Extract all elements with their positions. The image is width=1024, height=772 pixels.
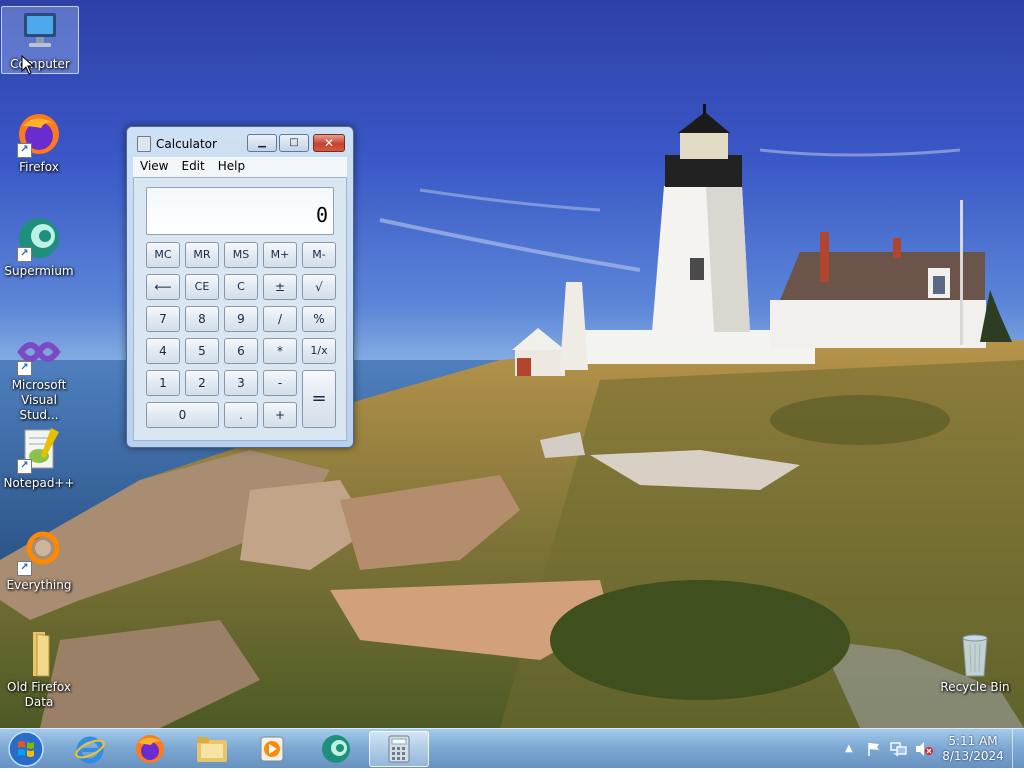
shortcut-arrow-icon: ↗ (17, 459, 32, 474)
maximize-button[interactable]: □ (279, 134, 309, 152)
key-0[interactable]: 0 (146, 402, 219, 428)
network-icon[interactable] (890, 741, 908, 757)
calculator-icon (137, 136, 151, 152)
file-explorer-icon (197, 737, 227, 762)
shortcut-arrow-icon: ↗ (17, 561, 32, 576)
key-reciprocal[interactable]: 1/x (302, 338, 336, 364)
desktop-icon-label: Notepad++ (3, 476, 75, 490)
internet-explorer-icon (75, 736, 105, 764)
visual-studio-icon: ↗ (15, 328, 63, 376)
supermium-icon: ↗ (15, 214, 63, 262)
menu-help[interactable]: Help (211, 157, 251, 173)
key-plus-minus[interactable]: ± (263, 274, 297, 300)
shortcut-arrow-icon: ↗ (17, 361, 32, 376)
taskbar-calculator[interactable] (369, 731, 429, 767)
key-add[interactable]: + (263, 402, 297, 428)
menu-edit[interactable]: Edit (174, 157, 210, 173)
start-button[interactable] (6, 730, 46, 768)
taskbar-file-explorer[interactable] (184, 731, 240, 767)
desktop-icon-label: Supermium (4, 264, 74, 278)
calculator-icon (388, 735, 410, 763)
minimize-button[interactable]: ▁ (247, 134, 277, 152)
menu-view[interactable]: View (133, 157, 174, 173)
key-backspace[interactable]: ⟵ (146, 274, 180, 300)
desktop-icon-visual-studio[interactable]: ↗ Microsoft Visual Stud... (1, 328, 77, 423)
taskbar-media-player[interactable] (244, 731, 300, 767)
desktop-icon-supermium[interactable]: ↗ Supermium (1, 214, 77, 279)
show-desktop-button[interactable] (1012, 729, 1024, 769)
desktop-icon-old-firefox-data[interactable]: Old Firefox Data (1, 630, 77, 710)
key-m-plus[interactable]: M+ (263, 242, 297, 268)
everything-icon: ↗ (15, 528, 63, 576)
taskbar-supermium[interactable] (308, 731, 364, 767)
calculator-display: 0 (146, 187, 334, 235)
desktop-icon-label: Firefox (19, 160, 59, 174)
display-value: 0 (315, 203, 328, 227)
key-8[interactable]: 8 (185, 306, 219, 332)
supermium-icon (322, 735, 350, 763)
desktop-icon-label: Computer (10, 57, 70, 71)
key-7[interactable]: 7 (146, 306, 180, 332)
key-c[interactable]: C (224, 274, 258, 300)
maximize-icon: □ (289, 137, 299, 148)
key-decimal[interactable]: . (224, 402, 258, 428)
computer-icon (16, 7, 64, 55)
shortcut-arrow-icon: ↗ (17, 247, 32, 262)
media-player-icon (260, 736, 284, 762)
key-ce[interactable]: CE (185, 274, 219, 300)
desktop-icon-firefox[interactable]: ↗ Firefox (1, 110, 77, 175)
taskbar-firefox[interactable] (122, 731, 178, 767)
calculator-window[interactable]: Calculator ▁ □ ✕ View Edit Help 0 MC MR MS… (126, 126, 354, 448)
key-9[interactable]: 9 (224, 306, 258, 332)
desktop-icon-notepad-plus-plus[interactable]: ↗ Notepad++ (1, 426, 77, 491)
window-title: Calculator (156, 137, 217, 151)
mouse-cursor-icon (21, 55, 35, 75)
key-sqrt[interactable]: √ (302, 274, 336, 300)
firefox-icon: ↗ (15, 110, 63, 158)
key-1[interactable]: 1 (146, 370, 180, 396)
key-multiply[interactable]: * (263, 338, 297, 364)
key-5[interactable]: 5 (185, 338, 219, 364)
calculator-titlebar[interactable]: Calculator ▁ □ ✕ (127, 127, 353, 157)
firefox-icon (136, 735, 164, 763)
key-mc[interactable]: MC (146, 242, 180, 268)
desktop-icon-label: Old Firefox Data (7, 680, 71, 709)
desktop-icon-label: Everything (6, 578, 72, 592)
menu-bar: View Edit Help (133, 157, 347, 177)
desktop[interactable]: Computer ↗ Firefox ↗ Supermium ↗ Microso… (0, 0, 1024, 728)
volume-muted-icon[interactable] (914, 741, 934, 757)
key-6[interactable]: 6 (224, 338, 258, 364)
key-m-minus[interactable]: M- (302, 242, 336, 268)
desktop-icon-everything[interactable]: ↗ Everything (1, 528, 77, 593)
close-icon: ✕ (323, 136, 335, 150)
desktop-icon-computer[interactable]: Computer (1, 6, 79, 74)
desktop-icon-label: Microsoft Visual Stud... (11, 378, 67, 422)
key-ms[interactable]: MS (224, 242, 258, 268)
minimize-icon: ▁ (258, 137, 266, 148)
notepad-plus-plus-icon: ↗ (15, 426, 63, 474)
taskbar-clock[interactable]: 5:11 AM 8/13/2024 (938, 734, 1008, 764)
key-divide[interactable]: / (263, 306, 297, 332)
taskbar-internet-explorer[interactable] (62, 731, 118, 767)
key-mr[interactable]: MR (185, 242, 219, 268)
key-3[interactable]: 3 (224, 370, 258, 396)
key-2[interactable]: 2 (185, 370, 219, 396)
clock-time: 5:11 AM (948, 734, 998, 748)
clock-date: 8/13/2024 (942, 749, 1004, 763)
close-button[interactable]: ✕ (313, 134, 345, 152)
key-percent[interactable]: % (302, 306, 336, 332)
action-center-flag-icon[interactable] (866, 741, 882, 757)
desktop-icon-recycle-bin[interactable]: Recycle Bin (937, 630, 1013, 695)
windows-logo-icon (8, 731, 44, 767)
desktop-icon-label: Recycle Bin (940, 680, 1010, 694)
calculator-body: 0 MC MR MS M+ M- ⟵ CE C ± √ 7 8 9 / % 4 … (133, 177, 347, 441)
key-equals[interactable]: = (302, 370, 336, 428)
folder-icon (15, 630, 63, 678)
show-hidden-icons-icon[interactable]: ▲ (845, 743, 853, 754)
taskbar: ▲ 5:11 AM 8/13/2024 (0, 728, 1024, 769)
recycle-bin-icon (951, 630, 999, 678)
shortcut-arrow-icon: ↗ (17, 143, 32, 158)
key-4[interactable]: 4 (146, 338, 180, 364)
key-subtract[interactable]: - (263, 370, 297, 396)
